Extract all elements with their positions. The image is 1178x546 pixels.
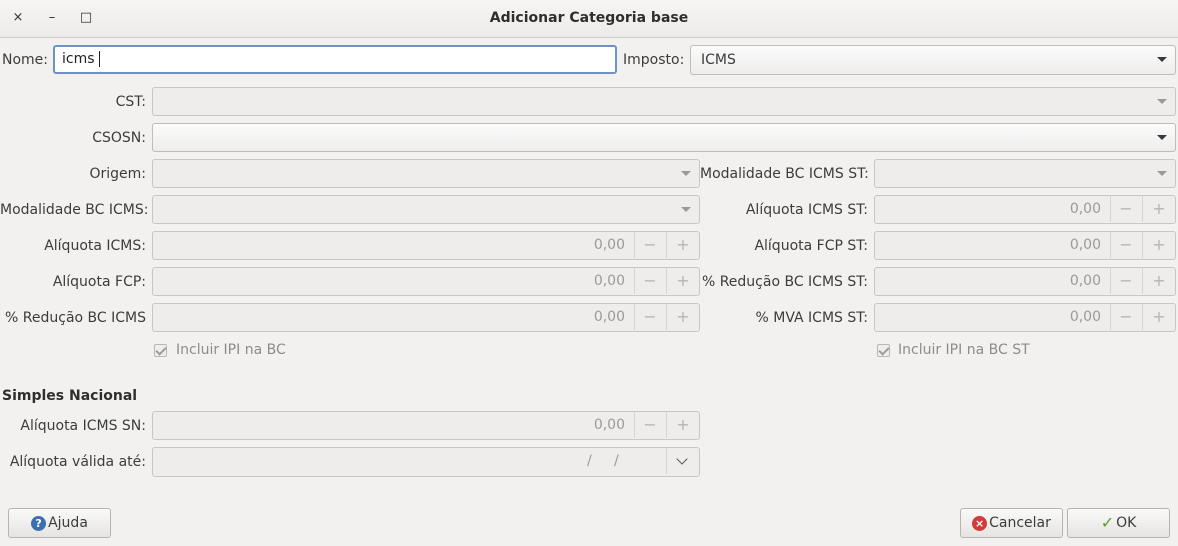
red-bc-icms-st-value: 0,00 — [1069, 273, 1101, 289]
imposto-select[interactable]: ICMS — [690, 45, 1176, 75]
increment-button[interactable]: + — [1143, 268, 1175, 294]
help-icon: ? — [31, 515, 47, 531]
chevron-down-icon — [681, 207, 691, 212]
aliq-icms-st-value: 0,00 — [1069, 201, 1101, 217]
decrement-button[interactable]: − — [634, 232, 666, 258]
incluir-ipi-bc-st-label: Incluir IPI na BC ST — [898, 342, 1030, 358]
mod-bc-icms-st-label: Modalidade BC ICMS ST: — [700, 166, 869, 182]
simples-nacional-heading: Simples Nacional — [2, 388, 138, 404]
increment-button[interactable]: + — [1143, 304, 1175, 330]
increment-button[interactable]: + — [667, 412, 699, 438]
chevron-down-icon — [1157, 57, 1167, 62]
incluir-ipi-bc-checkbox[interactable] — [154, 344, 167, 357]
aliq-valida-date-input[interactable]: / / — [152, 447, 700, 477]
chevron-down-icon — [1157, 135, 1167, 140]
red-bc-icms-spinbox[interactable]: 0,00 − + — [152, 303, 700, 332]
date-separator: / — [587, 453, 592, 469]
nome-label: Nome: — [2, 52, 49, 68]
mod-bc-icms-st-select[interactable] — [874, 159, 1176, 188]
help-button-label: Ajuda — [48, 515, 88, 531]
aliq-icms-sn-label: Alíquota ICMS SN: — [20, 418, 146, 434]
cst-label: CST: — [115, 94, 146, 110]
cancel-icon: × — [972, 515, 988, 531]
increment-button[interactable]: + — [667, 268, 699, 294]
decrement-button[interactable]: − — [634, 268, 666, 294]
decrement-button[interactable]: − — [634, 412, 666, 438]
mod-bc-icms-select[interactable] — [152, 195, 700, 224]
decrement-button[interactable]: − — [1110, 196, 1142, 222]
text-cursor — [99, 51, 100, 67]
imposto-value: ICMS — [701, 52, 736, 68]
imposto-label: Imposto: — [623, 52, 685, 68]
nome-input[interactable]: icms — [53, 45, 617, 74]
red-bc-icms-label: % Redução BC ICMS — [5, 310, 146, 326]
window-title: Adicionar Categoria base — [489, 10, 689, 26]
chevron-down-icon — [1157, 99, 1167, 104]
aliq-fcp-st-label: Alíquota FCP ST: — [754, 238, 868, 254]
aliq-icms-sn-value: 0,00 — [593, 417, 625, 433]
aliq-icms-spinbox[interactable]: 0,00 − + — [152, 231, 700, 260]
increment-button[interactable]: + — [667, 304, 699, 330]
aliq-valida-label: Alíquota válida até: — [9, 454, 146, 470]
ok-button[interactable]: ✓ OK — [1067, 508, 1170, 538]
mod-bc-icms-label: Modalidade BC ICMS: — [0, 202, 149, 218]
red-bc-icms-st-spinbox[interactable]: 0,00 − + — [874, 267, 1176, 296]
aliq-fcp-value: 0,00 — [593, 273, 625, 289]
red-bc-icms-value: 0,00 — [593, 309, 625, 325]
decrement-button[interactable]: − — [1110, 268, 1142, 294]
help-button[interactable]: ? Ajuda — [8, 508, 111, 538]
red-bc-icms-st-label: % Redução BC ICMS ST: — [701, 274, 868, 290]
cst-select[interactable] — [152, 87, 1176, 116]
title-bar: × – □ Adicionar Categoria base — [0, 0, 1178, 38]
increment-button[interactable]: + — [1143, 232, 1175, 258]
aliq-icms-sn-spinbox[interactable]: 0,00 − + — [152, 411, 700, 440]
increment-button[interactable]: + — [667, 232, 699, 258]
mva-icms-st-value: 0,00 — [1069, 309, 1101, 325]
cancel-button-label: Cancelar — [989, 515, 1051, 531]
aliq-icms-value: 0,00 — [593, 237, 625, 253]
mva-icms-st-label: % MVA ICMS ST: — [755, 310, 868, 326]
chevron-down-icon — [1157, 171, 1167, 176]
aliq-fcp-label: Alíquota FCP: — [52, 274, 146, 290]
incluir-ipi-bc-st-checkbox[interactable] — [877, 344, 890, 357]
nome-value: icms — [62, 51, 95, 67]
aliq-fcp-st-spinbox[interactable]: 0,00 − + — [874, 231, 1176, 260]
origem-label: Origem: — [89, 166, 146, 182]
aliq-fcp-st-value: 0,00 — [1069, 237, 1101, 253]
decrement-button[interactable]: − — [1110, 232, 1142, 258]
csosn-label: CSOSN: — [92, 130, 146, 146]
increment-button[interactable]: + — [1143, 196, 1175, 222]
cancel-button[interactable]: × Cancelar — [960, 508, 1063, 538]
origem-select[interactable] — [152, 159, 700, 188]
aliq-icms-label: Alíquota ICMS: — [44, 238, 146, 254]
chevron-down-icon — [676, 453, 688, 465]
date-separator: / — [614, 453, 619, 469]
chevron-down-icon — [681, 171, 691, 176]
decrement-button[interactable]: − — [1110, 304, 1142, 330]
aliq-icms-st-label: Alíquota ICMS ST: — [745, 202, 868, 218]
mva-icms-st-spinbox[interactable]: 0,00 − + — [874, 303, 1176, 332]
checkmark-icon: ✓ — [1100, 513, 1115, 532]
aliq-icms-st-spinbox[interactable]: 0,00 − + — [874, 195, 1176, 224]
csosn-select[interactable] — [152, 123, 1176, 152]
decrement-button[interactable]: − — [634, 304, 666, 330]
ok-button-label: OK — [1116, 515, 1137, 531]
aliq-fcp-spinbox[interactable]: 0,00 − + — [152, 267, 700, 296]
date-dropdown-button[interactable] — [666, 448, 699, 474]
incluir-ipi-bc-label: Incluir IPI na BC — [176, 342, 286, 358]
